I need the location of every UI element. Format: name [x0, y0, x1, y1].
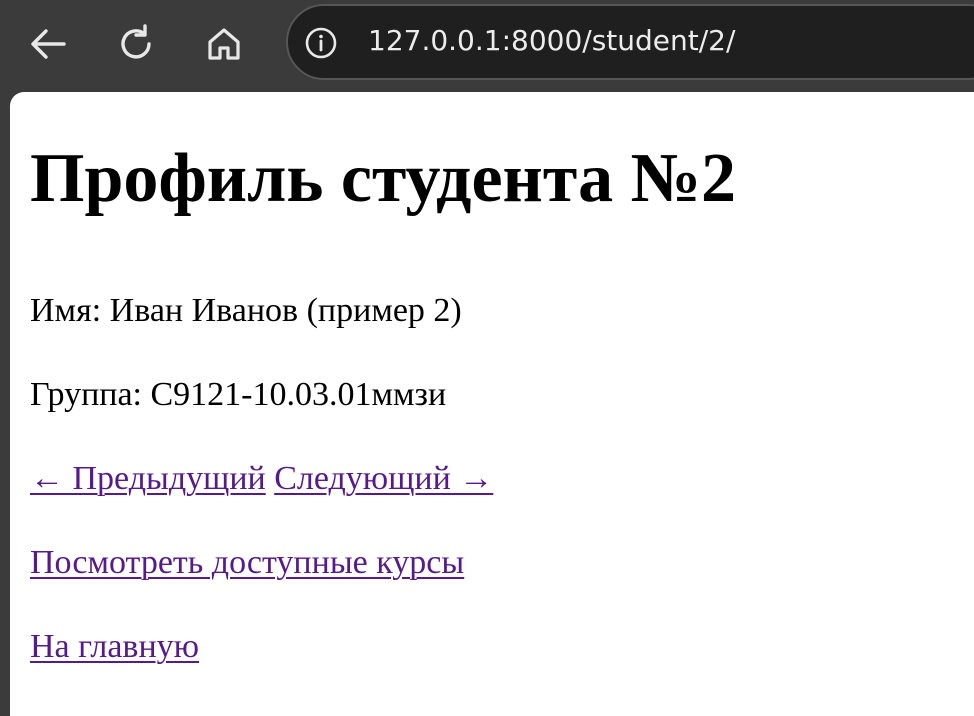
reload-icon: [121, 24, 151, 59]
previous-student-link[interactable]: ← Предыдущий: [30, 460, 266, 497]
view-courses-link[interactable]: Посмотреть доступные курсы: [30, 544, 464, 581]
browser-window: 127.0.0.1:8000/student/2/ Профиль студен…: [0, 0, 974, 716]
group-value: С9121-10.03.01ммзи: [150, 376, 447, 413]
back-button[interactable]: [22, 18, 74, 70]
browser-toolbar: 127.0.0.1:8000/student/2/: [0, 0, 974, 92]
home-row: На главную: [30, 630, 199, 664]
page-title: Профиль студента №2: [30, 140, 736, 217]
courses-row: Посмотреть доступные курсы: [30, 546, 464, 580]
name-label: Имя:: [30, 292, 102, 329]
student-name: Имя: Иван Иванов (пример 2): [30, 294, 462, 328]
info-icon[interactable]: [304, 26, 338, 60]
group-label: Группа:: [30, 376, 142, 413]
page-viewport: Профиль студента №2 Имя: Иван Иванов (пр…: [10, 92, 974, 716]
next-student-link[interactable]: Следующий →: [274, 460, 493, 497]
name-value: Иван Иванов (пример 2): [109, 292, 462, 329]
student-pagination: ← Предыдущий Следующий →: [30, 462, 493, 496]
url-text[interactable]: 127.0.0.1:8000/student/2/: [368, 24, 735, 57]
address-bar[interactable]: 127.0.0.1:8000/student/2/: [286, 4, 974, 80]
home-link[interactable]: На главную: [30, 628, 199, 665]
home-icon: [208, 28, 240, 60]
arrow-left-icon: [31, 29, 66, 59]
student-group: Группа: С9121-10.03.01ммзи: [30, 378, 446, 412]
home-button[interactable]: [198, 18, 250, 70]
reload-button[interactable]: [110, 18, 162, 70]
